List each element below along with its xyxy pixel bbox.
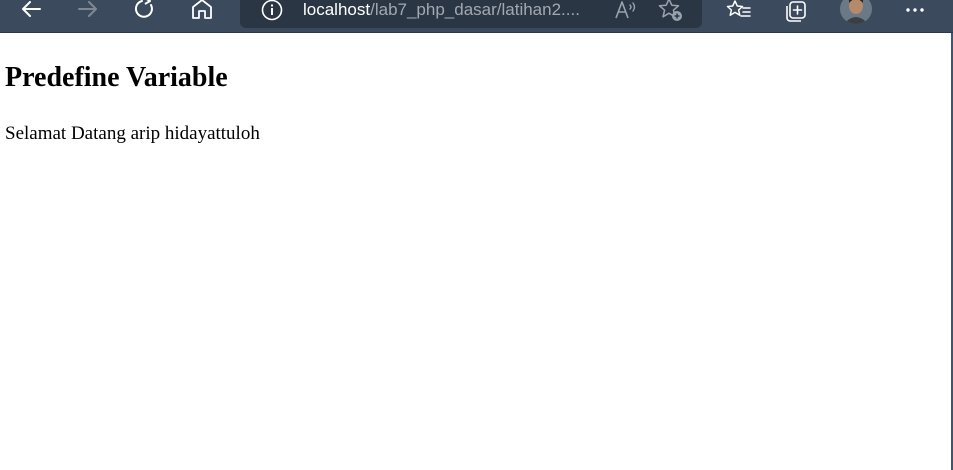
collections-button[interactable] — [780, 0, 814, 22]
browser-toolbar: localhost/lab7_php_dasar/latihan2.... — [0, 0, 953, 33]
refresh-icon — [133, 0, 157, 22]
url-path: /lab7_php_dasar/latihan2.... — [370, 0, 580, 19]
favorites-button[interactable] — [722, 0, 756, 22]
url-host: localhost — [303, 0, 371, 19]
page-title: Predefine Variable — [5, 62, 228, 93]
url-text[interactable]: localhost/lab7_php_dasar/latihan2.... — [303, 0, 603, 25]
favorites-list-icon — [726, 0, 752, 22]
more-menu-button[interactable] — [898, 0, 932, 22]
info-icon — [260, 0, 284, 27]
forward-button[interactable] — [71, 0, 105, 22]
more-horizontal-icon — [903, 1, 927, 21]
profile-avatar[interactable] — [840, 0, 872, 24]
address-bar[interactable]: localhost/lab7_php_dasar/latihan2.... — [240, 0, 702, 28]
star-add-icon — [657, 0, 685, 28]
back-button[interactable] — [14, 0, 48, 22]
arrow-left-icon — [19, 1, 43, 21]
read-aloud-button[interactable] — [613, 0, 641, 25]
add-favorite-button[interactable] — [656, 0, 686, 25]
home-button[interactable] — [185, 0, 219, 22]
arrow-right-icon — [76, 1, 100, 21]
refresh-button[interactable] — [128, 0, 162, 22]
welcome-message: Selamat Datang arip hidayattuloh — [5, 123, 260, 144]
read-aloud-icon — [614, 0, 640, 27]
collections-icon — [784, 0, 810, 22]
home-icon — [190, 0, 214, 22]
site-info-button[interactable] — [259, 0, 285, 25]
